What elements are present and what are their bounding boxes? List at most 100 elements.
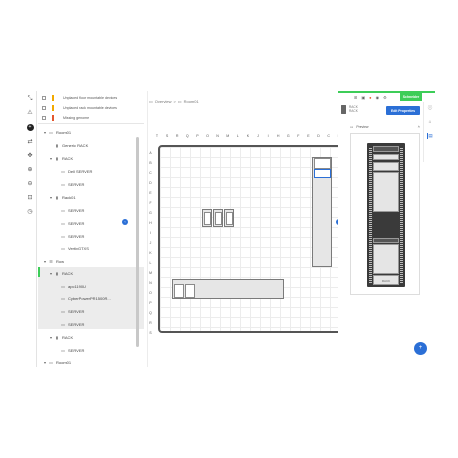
tree-item-label: apc1190U — [68, 284, 86, 289]
bell-icon[interactable]: ● — [369, 95, 371, 100]
cart-icon[interactable]: ⊞ — [354, 95, 357, 100]
ruler-tick: O — [206, 134, 209, 138]
history-icon[interactable]: ◷ — [26, 208, 34, 216]
rack-unit[interactable] — [224, 209, 234, 227]
server-icon: ▭ — [61, 182, 65, 187]
side-tabs: ⓘ ⌂ ▤ — [423, 102, 435, 162]
ruler-tick: H — [149, 221, 152, 225]
chevron-up-icon[interactable]: ˄ — [418, 124, 420, 129]
tree-item-rack-selected[interactable]: ▾ ▮ RACK — [48, 269, 73, 278]
box-icon[interactable]: ▣ — [361, 95, 365, 100]
tree-item-server[interactable]: ▭ SERVER — [60, 232, 84, 241]
ruler-tick: H — [276, 134, 280, 138]
properties-panel: ⊞ ▣ ● ◉ ⚙ Schneider RACK RACK Edit Prope… — [338, 91, 435, 367]
tree-item-label: CyberPowerPR1500R... — [68, 296, 111, 301]
checkbox[interactable] — [42, 106, 46, 110]
checkbox[interactable] — [42, 96, 46, 100]
tree-item-server[interactable]: ▭ SERVER — [60, 219, 84, 228]
link-icon[interactable]: ⇄ — [26, 138, 34, 146]
tree-item-server[interactable]: ▭ SERVER — [60, 320, 84, 329]
ruler-tick: I — [267, 134, 269, 138]
row-unit[interactable] — [172, 279, 284, 299]
warning-row-rack[interactable]: Unplaced rack mountable devices — [38, 103, 144, 113]
settings-icon[interactable]: ⚙ — [383, 95, 387, 100]
ruler-tick: D — [317, 134, 320, 138]
add-button[interactable]: + — [414, 342, 427, 355]
zoom-out-icon[interactable]: ⊖ — [26, 180, 34, 188]
tree-item-rack[interactable]: ▾ ▮ RACK — [48, 333, 73, 342]
rack-device — [373, 154, 399, 160]
rack-inner — [204, 212, 211, 225]
ruler-tick: C — [149, 171, 152, 175]
warning-row-genome[interactable]: Missing genome — [38, 113, 144, 123]
ruler-tick: R — [149, 321, 152, 325]
tree-item-label: RACK — [62, 156, 74, 161]
tree-item-rack[interactable]: ▾ ▮ Rack01 — [48, 193, 76, 202]
info-icon[interactable]: ⓘ — [427, 105, 433, 111]
ruler-tick: Q — [149, 311, 152, 315]
rack-device — [373, 238, 399, 243]
tree-item-server[interactable]: ▭ CyberPowerPR1500R... — [60, 294, 111, 303]
ruler-tick: E — [307, 134, 310, 138]
checkbox[interactable] — [42, 116, 46, 120]
ruler-tick: G — [149, 211, 152, 215]
ruler-tick: M — [149, 271, 152, 275]
ruler-tick: E — [149, 191, 152, 195]
rack-unit[interactable] — [213, 209, 223, 227]
layers-icon[interactable]: ▤ — [427, 133, 433, 139]
server-icon: ▭ — [61, 234, 65, 239]
rack-inner — [174, 284, 184, 298]
breadcrumb-root[interactable]: Overview — [155, 99, 172, 104]
breadcrumb: ▭ Overview > ▭ Room01 — [149, 99, 199, 104]
preview-icon: ▭ — [350, 124, 354, 129]
ruler-tick: J — [149, 241, 152, 245]
ruler-tick: P — [149, 301, 152, 305]
zoom-in-icon[interactable]: ⊕ — [26, 166, 34, 174]
rack-tall[interactable] — [312, 157, 332, 267]
warning-row-floor[interactable]: Unplaced floor mountable devices — [38, 93, 144, 103]
tree-item-label: Room01 — [56, 130, 72, 135]
rack-unit[interactable] — [202, 209, 212, 227]
tree-item-label: VertivGTXS — [68, 246, 89, 251]
rack-icon — [341, 105, 346, 114]
pan-tool-icon[interactable]: ⤡ — [26, 95, 34, 103]
tree-item-room[interactable]: ▾ ▭ Room01 — [42, 128, 71, 137]
preview-header[interactable]: ▭ Preview ˄ — [350, 124, 420, 129]
fit-icon[interactable]: ⊡ — [26, 194, 34, 202]
user-icon[interactable]: ◉ — [376, 95, 380, 100]
server-icon: ▭ — [61, 221, 65, 226]
ruler-tick: B — [149, 161, 152, 165]
tree-item-server[interactable]: ▭ apc1190U — [60, 282, 86, 291]
floorplan-canvas[interactable]: TSRQPONMLKJIHGFEDCBA ABCDEFGHIJKLMNOPQRS… — [122, 131, 357, 335]
rack-inner — [226, 212, 233, 225]
tree-item-server[interactable]: ▭ Dell SERVER — [60, 167, 92, 176]
server-icon: ▭ — [61, 309, 65, 314]
tree-item-rack[interactable]: ▾ ▮ RACK — [48, 154, 73, 163]
rack-device — [373, 244, 399, 274]
ruler-tick: T — [155, 134, 159, 138]
warning-icon[interactable]: ⚠ — [26, 109, 34, 117]
tree-item-server[interactable]: ▭ SERVER — [60, 307, 84, 316]
tree-item-server[interactable]: ▭ SERVER — [60, 206, 84, 215]
edit-properties-button[interactable]: Edit Properties — [386, 106, 420, 115]
rack-inner — [185, 284, 195, 298]
tree-item-server[interactable]: ▭ VertivGTXS — [60, 244, 89, 253]
divider — [38, 123, 144, 124]
server-icon: ▭ — [61, 284, 65, 289]
tree-item-row[interactable]: ▾ ☰ Row — [42, 257, 64, 266]
rack-device — [373, 162, 399, 171]
tree-item-room[interactable]: ▾ ▭ Room01 — [42, 358, 71, 367]
room-outline[interactable] — [158, 145, 350, 333]
home-icon[interactable]: ⌂ — [427, 119, 433, 125]
rack-icon: ▮ — [55, 271, 59, 276]
move-icon[interactable]: ✥ — [26, 152, 34, 160]
tree-item-server[interactable]: ▭ SERVER — [60, 180, 84, 189]
collapse-left-handle[interactable]: ‹ — [122, 219, 128, 225]
server-icon: ▭ — [61, 208, 65, 213]
add-icon[interactable]: + — [26, 124, 34, 131]
rack-icon: ▮ — [55, 143, 59, 148]
tree-item-label: SERVER — [68, 182, 85, 187]
rack-inner — [215, 212, 222, 225]
tree-item-server[interactable]: ▭ SERVER — [60, 346, 84, 355]
tree-item-rack[interactable]: ▮ Generic RACK — [54, 141, 88, 150]
